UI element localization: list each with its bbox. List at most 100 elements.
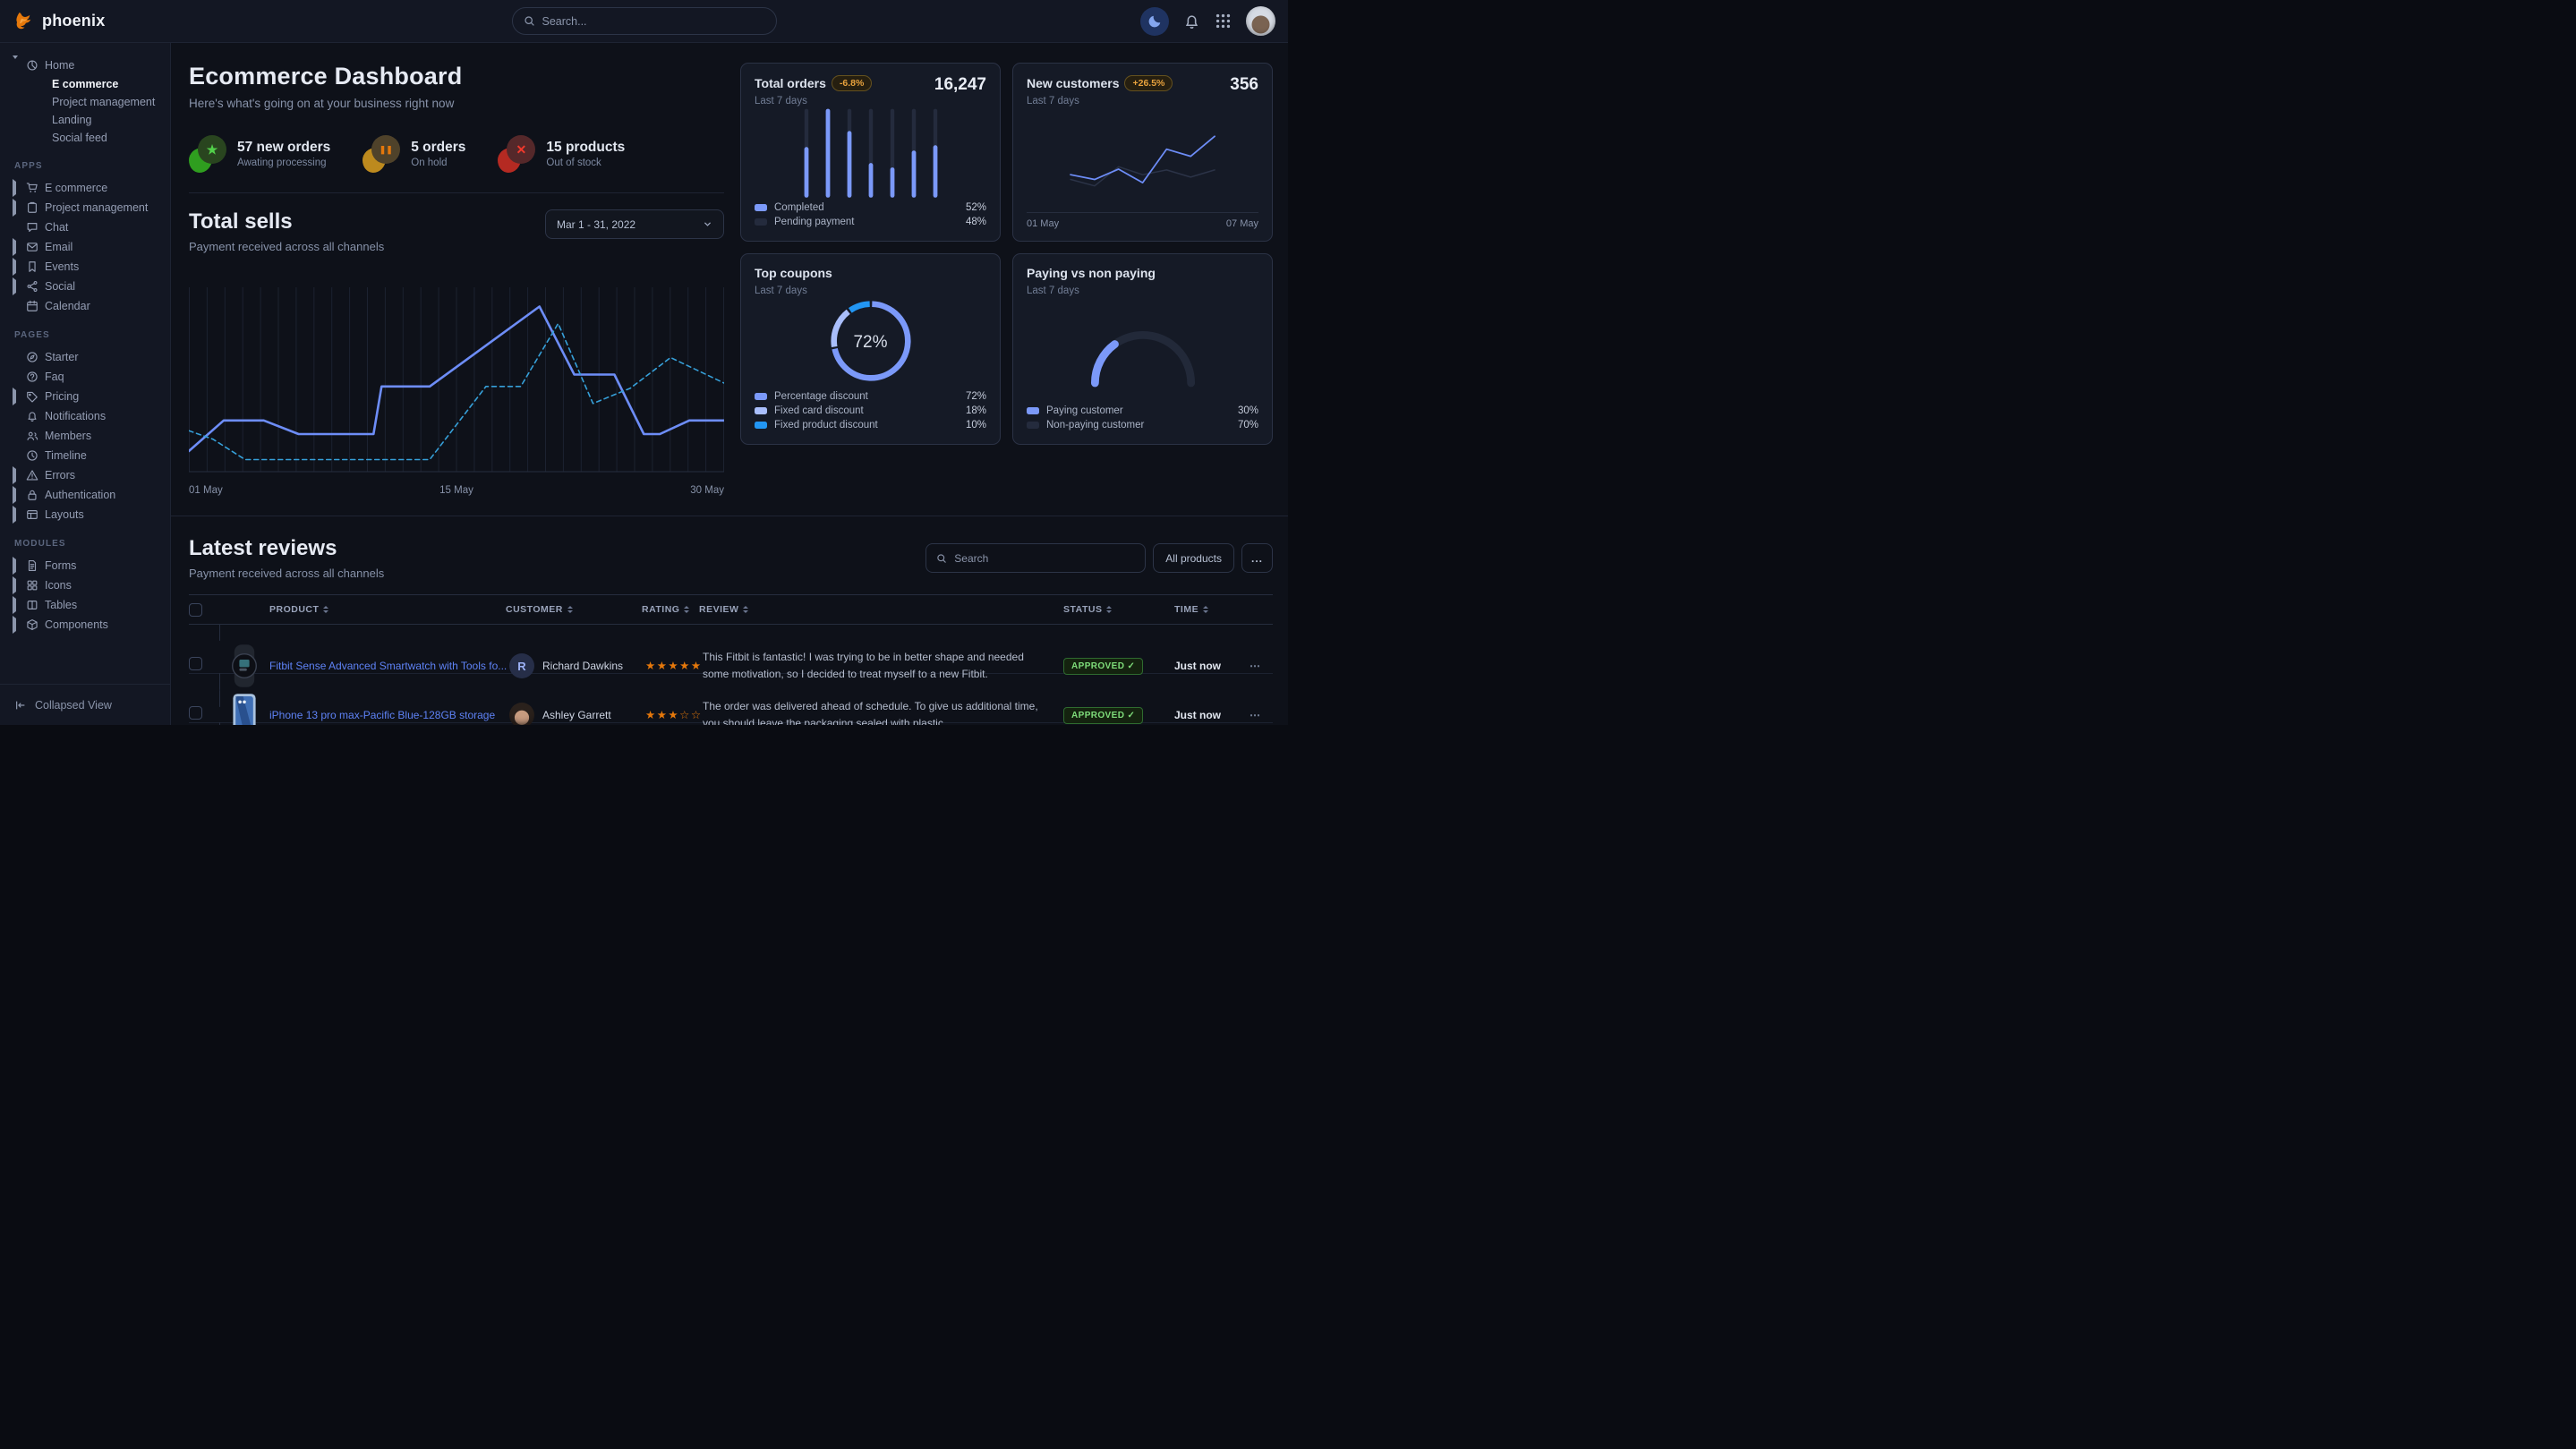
- review-text: This Fitbit is fantastic! I was trying t…: [703, 649, 1063, 682]
- x-tick: 07 May: [1226, 218, 1258, 229]
- sidebar-item-forms[interactable]: Forms: [13, 556, 163, 575]
- select-all-checkbox[interactable]: [189, 603, 202, 617]
- card-title: Total orders: [755, 76, 826, 90]
- moon-icon: [1147, 13, 1163, 29]
- clock-icon: [26, 449, 38, 462]
- stat-green-icon: ★: [189, 135, 226, 173]
- sidebar-item-social[interactable]: Social: [13, 277, 163, 296]
- sidebar-item-e-commerce[interactable]: E commerce: [13, 178, 163, 198]
- dark-mode-toggle[interactable]: [1140, 7, 1169, 36]
- reviews-header: Latest reviews Payment received across a…: [189, 536, 1273, 580]
- reviews-search[interactable]: [925, 543, 1146, 573]
- global-search[interactable]: [512, 7, 777, 35]
- more-options-button[interactable]: ...: [1241, 543, 1273, 573]
- sidebar-item-email[interactable]: Email: [13, 237, 163, 257]
- legend-swatch: [755, 422, 767, 429]
- sidebar-item-notifications[interactable]: Notifications: [13, 406, 163, 426]
- card-period: Last 7 days: [1027, 286, 1258, 296]
- total-sells-header: Total sells Payment received across all …: [189, 209, 724, 253]
- review-text: The order was delivered ahead of schedul…: [703, 698, 1063, 725]
- product-link[interactable]: iPhone 13 pro max-Pacific Blue-128GB sto…: [269, 709, 509, 721]
- sidebar-item-pricing[interactable]: Pricing: [13, 387, 163, 406]
- row-actions-button[interactable]: ⋯: [1250, 660, 1273, 672]
- new-customers-value: 356: [1230, 75, 1258, 95]
- sidebar-item-members[interactable]: Members: [13, 426, 163, 446]
- row-checkbox[interactable]: [189, 657, 202, 670]
- column-header-status[interactable]: STATUS: [1063, 604, 1174, 615]
- rating-stars: ★★★★★: [645, 660, 703, 672]
- sidebar-item-starter[interactable]: Starter: [13, 347, 163, 367]
- row-actions-button[interactable]: ⋯: [1250, 709, 1273, 721]
- sidebar-item-icons[interactable]: Icons: [13, 575, 163, 595]
- sidebar-item-home[interactable]: Home: [13, 55, 163, 75]
- column-header-customer[interactable]: CUSTOMER: [506, 604, 642, 615]
- page-title: Ecommerce Dashboard: [189, 63, 724, 90]
- brand[interactable]: phoenix: [0, 11, 171, 31]
- sidebar-subitem-landing[interactable]: Landing: [13, 111, 163, 129]
- sidebar-item-chat[interactable]: Chat: [13, 217, 163, 237]
- stat-green: ★57 new ordersAwating processing: [189, 135, 330, 173]
- sidebar-item-tables[interactable]: Tables: [13, 595, 163, 615]
- product-link[interactable]: Fitbit Sense Advanced Smartwatch with To…: [269, 660, 509, 672]
- sidebar-subitem-social-feed[interactable]: Social feed: [13, 129, 163, 147]
- cube-icon: [26, 618, 38, 631]
- stat-orange-icon: ❚❚: [363, 135, 400, 173]
- row-checkbox[interactable]: [189, 706, 202, 720]
- column-header-review[interactable]: REVIEW: [699, 604, 1063, 615]
- calendar-icon: [26, 300, 38, 312]
- x-tick: 15 May: [439, 485, 473, 496]
- legend-row: Completed52%: [755, 200, 986, 215]
- customer-cell[interactable]: RRichard Dawkins: [509, 653, 645, 678]
- customers-line-chart: [1027, 107, 1258, 209]
- file-icon: [26, 559, 38, 572]
- sidebar-item-project-management[interactable]: Project management: [13, 198, 163, 217]
- coupons-donut-chart: 72%: [819, 289, 923, 397]
- column-header-product[interactable]: PRODUCT: [269, 604, 506, 615]
- app-grid-icon[interactable]: [1215, 13, 1232, 30]
- search-icon: [524, 15, 535, 27]
- column-header-rating[interactable]: RATING: [642, 604, 699, 615]
- sidebar-section-label: MODULES: [14, 539, 163, 549]
- customer-avatar: [509, 703, 534, 725]
- column-header-time[interactable]: TIME: [1174, 604, 1250, 615]
- product-thumbnail[interactable]: [219, 722, 269, 725]
- product-thumbnail[interactable]: [219, 673, 269, 725]
- question-icon: [26, 371, 38, 383]
- rating-stars: ★★★☆☆: [645, 709, 703, 721]
- bell-icon: [26, 410, 38, 422]
- columns-icon: [26, 599, 38, 611]
- x-tick: 01 May: [1027, 218, 1059, 229]
- donut-center-value: 72%: [819, 289, 923, 397]
- warning-icon: [26, 469, 38, 482]
- sidebar-item-events[interactable]: Events: [13, 257, 163, 277]
- stat-orange: ❚❚5 ordersOn hold: [363, 135, 465, 173]
- user-avatar[interactable]: [1246, 6, 1275, 36]
- grid4-icon: [26, 579, 38, 592]
- notifications-bell-icon[interactable]: [1183, 13, 1200, 30]
- collapse-sidebar-button[interactable]: Collapsed View: [0, 684, 170, 725]
- reviews-search-input[interactable]: [954, 552, 1135, 565]
- card-title: Paying vs non paying: [1027, 266, 1156, 280]
- sidebar-item-authentication[interactable]: Authentication: [13, 485, 163, 505]
- new-customers-card: New customers+26.5% Last 7 days 356 01 M…: [1012, 63, 1273, 242]
- date-range-value: Mar 1 - 31, 2022: [557, 218, 695, 231]
- sidebar-item-timeline[interactable]: Timeline: [13, 446, 163, 465]
- global-search-input[interactable]: [542, 15, 765, 28]
- main-content: Ecommerce Dashboard Here's what's going …: [171, 43, 1288, 725]
- sidebar-item-components[interactable]: Components: [13, 615, 163, 635]
- legend-swatch: [755, 218, 767, 226]
- legend-swatch: [755, 204, 767, 211]
- sort-icon: [567, 606, 573, 613]
- sidebar-item-layouts[interactable]: Layouts: [13, 505, 163, 524]
- customer-cell[interactable]: Ashley Garrett: [509, 703, 645, 725]
- phoenix-logo-icon: [14, 11, 35, 31]
- sidebar-subitem-project-management[interactable]: Project management: [13, 93, 163, 111]
- all-products-button[interactable]: All products: [1153, 543, 1234, 573]
- sidebar-item-errors[interactable]: Errors: [13, 465, 163, 485]
- compass-icon: [26, 351, 38, 363]
- sidebar-item-calendar[interactable]: Calendar: [13, 296, 163, 316]
- sidebar-item-faq[interactable]: Faq: [13, 367, 163, 387]
- date-range-select[interactable]: Mar 1 - 31, 2022: [545, 209, 724, 239]
- legend-swatch: [1027, 407, 1039, 414]
- sidebar-subitem-e-commerce[interactable]: E commerce: [13, 75, 163, 93]
